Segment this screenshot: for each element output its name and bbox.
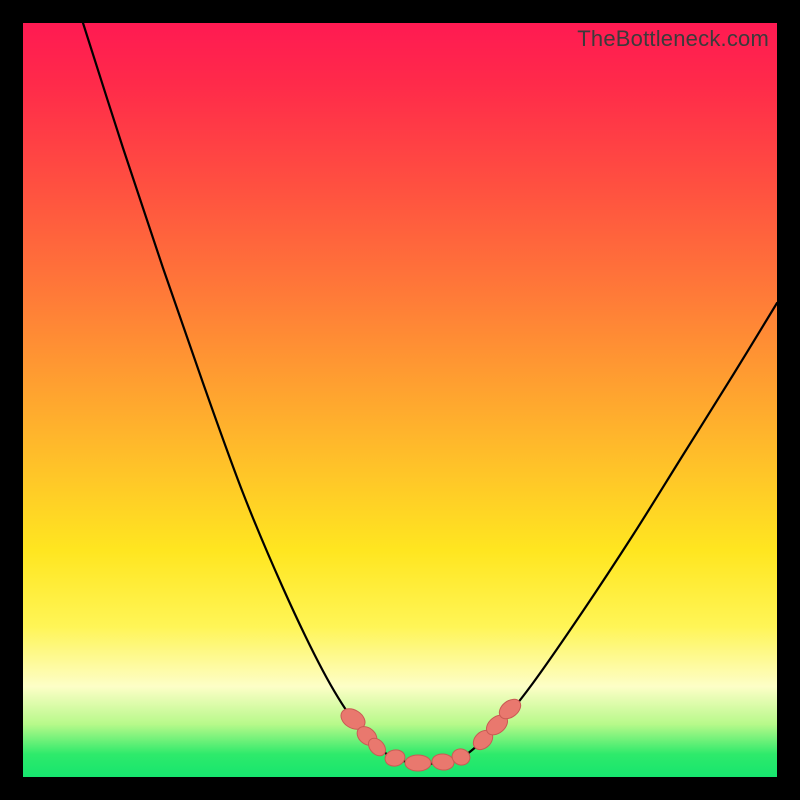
plot-area: TheBottleneck.com	[23, 23, 777, 777]
curve-layer	[23, 23, 777, 777]
chart-frame: TheBottleneck.com	[0, 0, 800, 800]
bottleneck-curve	[83, 23, 777, 764]
bead	[431, 753, 455, 771]
bead	[405, 755, 431, 771]
curve-beads	[337, 695, 524, 771]
bead	[384, 748, 407, 768]
